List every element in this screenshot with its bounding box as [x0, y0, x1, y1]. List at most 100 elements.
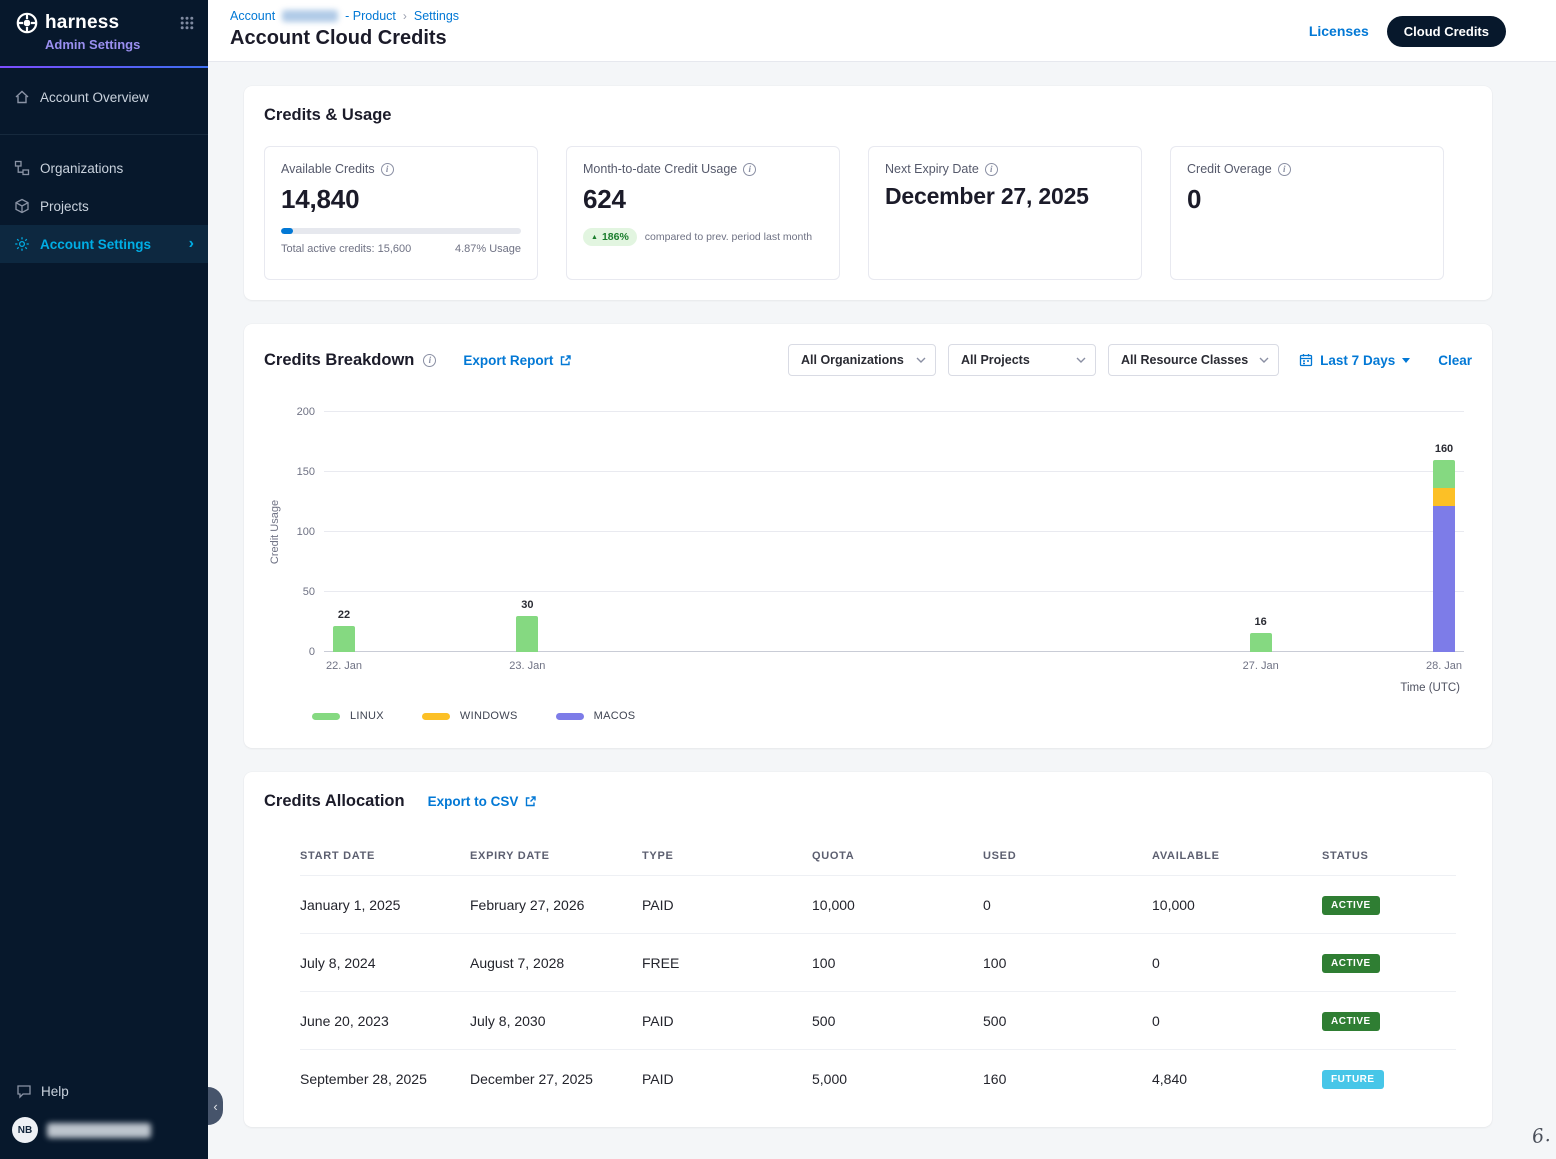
cell-available: 0	[1152, 955, 1322, 971]
cell-used: 0	[983, 897, 1152, 913]
chart-bar[interactable]	[1433, 460, 1455, 652]
bar-value-label: 22	[338, 609, 350, 621]
date-range-value: Last 7 Days	[1320, 353, 1395, 368]
info-icon[interactable]	[381, 163, 394, 176]
help-chat-icon	[16, 1083, 32, 1099]
stat-label: Month-to-date Credit Usage	[583, 162, 737, 176]
cell-type: PAID	[642, 1071, 812, 1087]
stat-available-credits: Available Credits 14,840 Total active cr…	[264, 146, 538, 280]
bar-value-label: 16	[1255, 616, 1267, 628]
export-csv-link[interactable]: Export to CSV	[428, 794, 538, 809]
projects-filter-value: All Projects	[961, 353, 1030, 367]
bar-segment-linux	[1433, 460, 1455, 488]
breadcrumb-settings-link[interactable]: Settings	[414, 9, 459, 23]
resource-classes-filter[interactable]: All Resource Classes	[1108, 344, 1279, 376]
main-area: Account - Product › Settings Account Clo…	[208, 0, 1556, 1159]
harness-logo-icon[interactable]	[16, 12, 38, 34]
divider	[0, 134, 208, 135]
bar-segment-linux	[516, 616, 538, 652]
nav-label: Organizations	[40, 161, 123, 176]
x-tick-label: 28. Jan	[1426, 660, 1462, 672]
table-row: January 1, 2025 February 27, 2026 PAID 1…	[300, 875, 1456, 933]
gridline	[324, 411, 1464, 412]
app-switcher-icon[interactable]	[180, 16, 194, 30]
redacted-username	[47, 1123, 151, 1138]
page-title: Account Cloud Credits	[230, 27, 447, 50]
sidebar-item-projects[interactable]: Projects	[0, 187, 208, 225]
cell-available: 10,000	[1152, 897, 1322, 913]
nav-label: Account Overview	[40, 90, 149, 105]
cell-quota: 100	[812, 955, 983, 971]
status-badge: ACTIVE	[1322, 1012, 1380, 1031]
gridline	[324, 531, 1464, 532]
sidebar-item-organizations[interactable]: Organizations	[0, 149, 208, 187]
cell-expiry-date: December 27, 2025	[470, 1071, 642, 1087]
info-icon[interactable]	[1278, 163, 1291, 176]
cell-used: 100	[983, 955, 1152, 971]
credits-allocation-card: Credits Allocation Export to CSV START D…	[244, 772, 1492, 1127]
help-button[interactable]: Help	[0, 1073, 208, 1109]
legend-swatch	[312, 713, 340, 720]
legend-label: WINDOWS	[460, 710, 518, 722]
date-range-filter[interactable]: Last 7 Days	[1299, 353, 1410, 368]
organizations-filter[interactable]: All Organizations	[788, 344, 936, 376]
cell-type: PAID	[642, 897, 812, 913]
x-tick-label: 23. Jan	[509, 660, 545, 672]
chart-bar[interactable]	[1250, 633, 1272, 652]
projects-icon	[14, 198, 30, 214]
help-label: Help	[41, 1084, 69, 1099]
cell-expiry-date: August 7, 2028	[470, 955, 642, 971]
allocation-table: START DATE EXPIRY DATE TYPE QUOTA USED A…	[300, 837, 1456, 1107]
cell-used: 160	[983, 1071, 1152, 1087]
column-header: TYPE	[642, 850, 812, 862]
home-icon	[14, 89, 30, 105]
export-report-label: Export Report	[463, 353, 553, 368]
projects-filter[interactable]: All Projects	[948, 344, 1096, 376]
header-actions: Licenses Cloud Credits	[1309, 0, 1506, 62]
breakdown-header: Credits Breakdown Export Report All Orga…	[264, 344, 1472, 376]
cell-quota: 5,000	[812, 1071, 983, 1087]
y-tick-label: 200	[297, 406, 315, 418]
column-header: START DATE	[300, 850, 470, 862]
status-badge: FUTURE	[1322, 1070, 1384, 1089]
table-row: July 8, 2024 August 7, 2028 FREE 100 100…	[300, 933, 1456, 991]
nav-label: Projects	[40, 199, 89, 214]
info-icon[interactable]	[743, 163, 756, 176]
allocation-header: Credits Allocation Export to CSV	[264, 792, 1472, 811]
export-report-link[interactable]: Export Report	[463, 353, 572, 368]
user-row[interactable]: NB	[0, 1109, 208, 1153]
module-title: Admin Settings	[45, 37, 194, 52]
cell-available: 0	[1152, 1013, 1322, 1029]
brand-name[interactable]: harness	[45, 12, 119, 34]
cloud-credits-button[interactable]: Cloud Credits	[1387, 16, 1506, 47]
export-csv-label: Export to CSV	[428, 794, 519, 809]
x-tick-label: 27. Jan	[1243, 660, 1279, 672]
caret-down-icon	[1402, 358, 1410, 363]
legend-item-linux[interactable]: LINUX	[312, 710, 384, 722]
usage-percent: 4.87% Usage	[455, 243, 521, 255]
stray-annotation: 6.	[1530, 1124, 1551, 1148]
legend-item-macos[interactable]: MACOS	[556, 710, 636, 722]
info-icon[interactable]	[423, 354, 436, 367]
legend-item-windows[interactable]: WINDOWS	[422, 710, 518, 722]
chart-bar[interactable]	[516, 616, 538, 652]
chart-plot: 2222. Jan3023. Jan1627. Jan16028. Jan	[324, 412, 1464, 652]
screen: harness Admin Settings Account Overview …	[0, 0, 1556, 1159]
cell-start-date: June 20, 2023	[300, 1013, 470, 1029]
breadcrumb-product-link[interactable]: - Product	[345, 9, 396, 23]
avatar[interactable]: NB	[12, 1117, 38, 1143]
sidebar-item-account-settings[interactable]: Account Settings	[0, 225, 208, 263]
breadcrumb-account-link[interactable]: Account	[230, 9, 275, 23]
breadcrumb: Account - Product › Settings	[230, 9, 459, 23]
gridline	[324, 471, 1464, 472]
stat-label: Credit Overage	[1187, 162, 1272, 176]
legend-label: MACOS	[594, 710, 636, 722]
licenses-link[interactable]: Licenses	[1309, 23, 1369, 39]
chevron-down-icon	[1076, 357, 1086, 363]
sidebar-item-account-overview[interactable]: Account Overview	[0, 78, 208, 116]
info-icon[interactable]	[985, 163, 998, 176]
credits-usage-title: Credits & Usage	[264, 106, 1472, 125]
clear-filters-link[interactable]: Clear	[1438, 353, 1472, 368]
chart-bar[interactable]	[333, 626, 355, 652]
stat-next-expiry: Next Expiry Date December 27, 2025	[868, 146, 1142, 280]
